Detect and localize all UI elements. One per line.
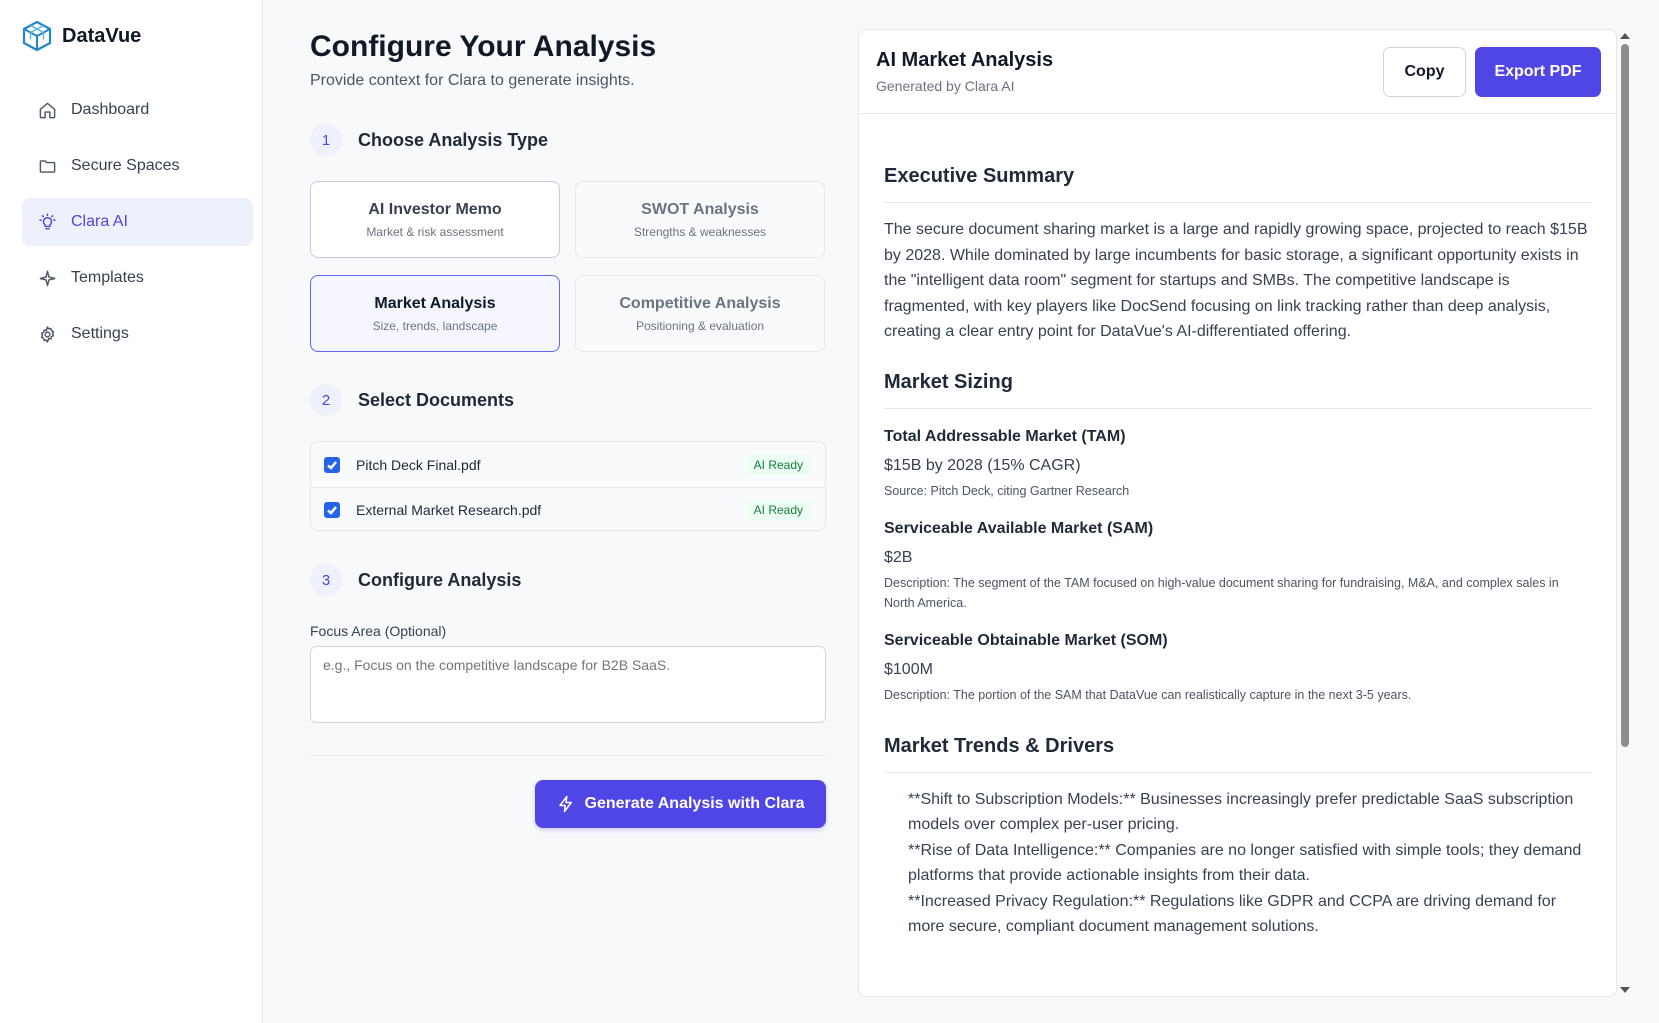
analysis-type-title: SWOT Analysis (641, 201, 759, 218)
sidebar-item-clara-ai[interactable]: Clara AI (22, 198, 253, 246)
export-pdf-button[interactable]: Export PDF (1475, 47, 1601, 97)
sidebar-item-dashboard[interactable]: Dashboard (22, 86, 253, 134)
step-2-header: 2 Select Documents (310, 384, 514, 416)
step-3-header: 3 Configure Analysis (310, 564, 521, 596)
market-size-title: Serviceable Available Market (SAM) (884, 519, 1154, 537)
section-heading-market-trends: Market Trends & Drivers (884, 735, 1592, 773)
scrollbar-thumb[interactable] (1621, 44, 1629, 747)
brand-name: DataVue (62, 24, 142, 47)
market-size-value: $15B by 2028 (15% CAGR) (884, 456, 1081, 474)
sidebar-item-templates[interactable]: Templates (22, 254, 253, 302)
trend-item: **Rise of Data Intelligence:** Companies… (908, 841, 1582, 885)
step-1-header: 1 Choose Analysis Type (310, 124, 548, 156)
step-title: Choose Analysis Type (358, 129, 549, 150)
generate-analysis-button[interactable]: Generate Analysis with Clara (535, 780, 826, 828)
folder-icon (39, 159, 56, 173)
copy-button[interactable]: Copy (1383, 47, 1466, 97)
sidebar-item-label: Settings (71, 325, 129, 342)
document-name: Pitch Deck Final.pdf (356, 456, 481, 473)
trend-item: **Shift to Subscription Models:** Busine… (908, 790, 1574, 834)
document-checkbox[interactable] (324, 456, 340, 473)
scroll-up-arrow-icon[interactable] (1620, 33, 1630, 39)
gear-icon (40, 325, 55, 343)
sidebar-nav: Dashboard Secure Spaces Clara AI Templat… (22, 86, 253, 366)
trend-item: **Increased Privacy Regulation:** Regula… (908, 892, 1557, 936)
market-size-title: Serviceable Obtainable Market (SOM) (884, 631, 1168, 649)
document-list: Pitch Deck Final.pdf AI Ready External M… (310, 441, 826, 531)
analysis-type-subtitle: Market & risk assessment (366, 225, 504, 239)
document-checkbox[interactable] (324, 502, 340, 518)
lightning-icon (558, 795, 572, 813)
sidebar-item-label: Clara AI (71, 213, 128, 230)
market-size-value: $2B (884, 548, 913, 566)
analysis-type-subtitle: Strengths & weaknesses (633, 225, 767, 239)
analysis-type-subtitle: Size, trends, landscape (372, 319, 498, 333)
section-heading-market-sizing: Market Sizing (884, 371, 1592, 409)
document-row[interactable]: External Market Research.pdf AI Ready (311, 487, 825, 530)
result-title: AI Market Analysis (876, 49, 1054, 71)
market-size-value: $100M (884, 660, 933, 678)
document-row[interactable]: Pitch Deck Final.pdf AI Ready (311, 442, 825, 487)
analysis-type-title: Competitive Analysis (619, 295, 781, 312)
market-size-som: Serviceable Obtainable Market (SOM) $100… (884, 632, 1592, 705)
ai-ready-badge: AI Ready (745, 454, 811, 475)
analysis-type-market-analysis[interactable]: Market Analysis Size, trends, landscape (310, 275, 560, 352)
document-name: External Market Research.pdf (356, 502, 542, 518)
divider (310, 755, 826, 756)
sidebar-item-settings[interactable]: Settings (22, 310, 253, 358)
executive-summary-text: The secure document sharing market is a … (884, 221, 1588, 340)
market-size-tam: Total Addressable Market (TAM) $15B by 2… (884, 428, 1592, 501)
analysis-type-subtitle: Positioning & evaluation (635, 319, 765, 333)
market-size-note: Description: The segment of the TAM focu… (884, 575, 1559, 610)
page-subtitle: Provide context for Clara to generate in… (310, 72, 635, 89)
analysis-type-title: AI Investor Memo (368, 201, 502, 218)
step-number: 1 (310, 124, 342, 156)
analysis-result-panel: AI Market Analysis Generated by Clara AI… (858, 29, 1617, 997)
analysis-type-swot[interactable]: SWOT Analysis Strengths & weaknesses (575, 181, 825, 258)
generate-button-label: Generate Analysis with Clara (584, 795, 805, 812)
focus-area-input[interactable] (310, 646, 826, 723)
step-number: 3 (310, 564, 342, 596)
sidebar-item-secure-spaces[interactable]: Secure Spaces (22, 142, 253, 190)
home-icon (39, 102, 56, 118)
lightbulb-icon (39, 212, 56, 230)
result-header: AI Market Analysis Generated by Clara AI… (859, 30, 1616, 114)
result-scrollbar[interactable] (1617, 29, 1632, 997)
section-heading-executive-summary: Executive Summary (884, 165, 1592, 203)
analysis-type-competitive[interactable]: Competitive Analysis Positioning & evalu… (575, 275, 825, 352)
analysis-type-ai-investor-memo[interactable]: AI Investor Memo Market & risk assessmen… (310, 181, 560, 258)
trends-list: **Shift to Subscription Models:** Busine… (884, 787, 1592, 940)
page-title: Configure Your Analysis (310, 30, 657, 63)
sparkle-icon (39, 270, 56, 286)
step-title: Configure Analysis (358, 569, 522, 590)
checkmark-icon (327, 506, 337, 515)
sidebar-item-label: Templates (71, 269, 144, 286)
market-size-sam: Serviceable Available Market (SAM) $2B D… (884, 520, 1592, 613)
sidebar: DataVue Dashboard Secure Spaces Clara AI… (0, 0, 263, 1023)
ai-ready-badge: AI Ready (745, 500, 811, 520)
market-size-note: Description: The portion of the SAM that… (884, 687, 1412, 702)
market-size-title: Total Addressable Market (TAM) (884, 427, 1126, 445)
step-number: 2 (310, 384, 342, 416)
sidebar-item-label: Dashboard (71, 101, 150, 118)
result-subtitle: Generated by Clara AI (876, 78, 1015, 94)
market-size-note: Source: Pitch Deck, citing Gartner Resea… (884, 483, 1130, 498)
checkmark-icon (327, 460, 337, 470)
focus-area-label: Focus Area (Optional) (310, 623, 447, 639)
result-body: Executive Summary The secure document sh… (884, 114, 1592, 940)
brand[interactable]: DataVue (22, 20, 141, 52)
step-title: Select Documents (358, 389, 515, 410)
analysis-type-title: Market Analysis (374, 295, 496, 312)
sidebar-item-label: Secure Spaces (71, 157, 180, 174)
scroll-down-arrow-icon[interactable] (1620, 987, 1630, 993)
cube-logo-icon (22, 20, 52, 52)
